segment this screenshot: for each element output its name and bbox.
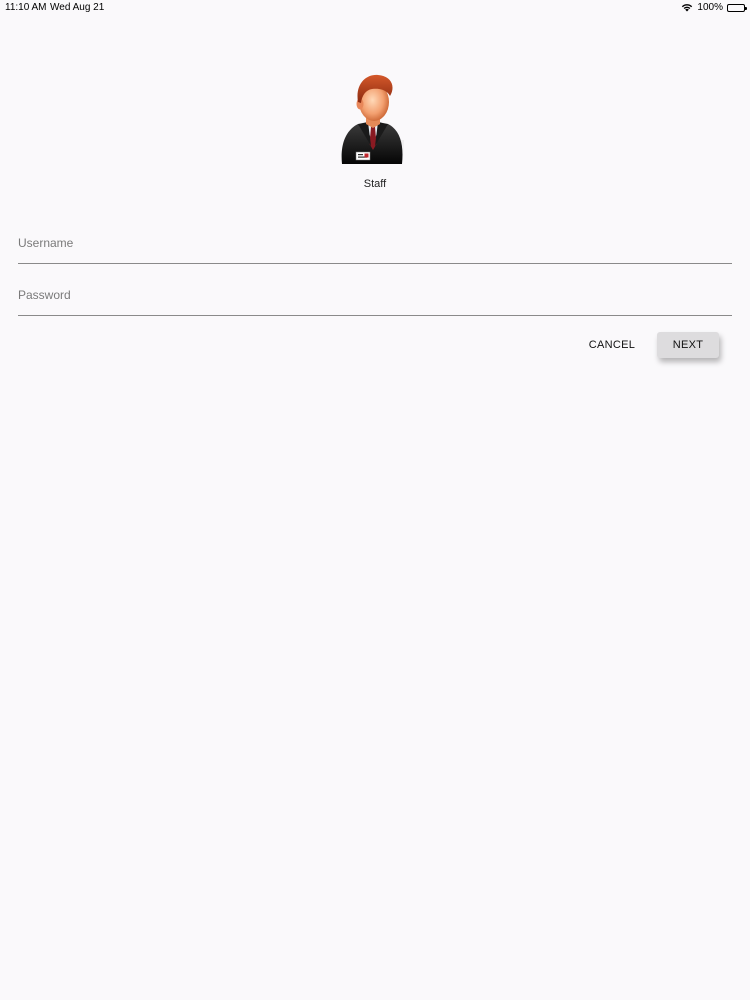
status-time: 11:10 AM bbox=[5, 2, 47, 13]
status-bar: 11:10 AM Wed Aug 21 100% bbox=[0, 0, 750, 16]
battery-percent: 100% bbox=[697, 2, 723, 13]
wifi-icon bbox=[681, 3, 693, 12]
status-date: Wed Aug 21 bbox=[50, 2, 105, 13]
avatar-label: Staff bbox=[363, 178, 387, 190]
password-field[interactable] bbox=[18, 285, 732, 316]
cancel-button[interactable]: CANCEL bbox=[583, 332, 641, 358]
status-indicators: 100% bbox=[681, 2, 747, 13]
username-field[interactable] bbox=[18, 233, 732, 264]
next-button[interactable]: NEXT bbox=[657, 332, 719, 358]
battery-icon bbox=[727, 3, 747, 12]
username-input[interactable] bbox=[18, 233, 732, 253]
password-input[interactable] bbox=[18, 285, 732, 305]
staff-avatar-icon[interactable] bbox=[338, 72, 408, 168]
